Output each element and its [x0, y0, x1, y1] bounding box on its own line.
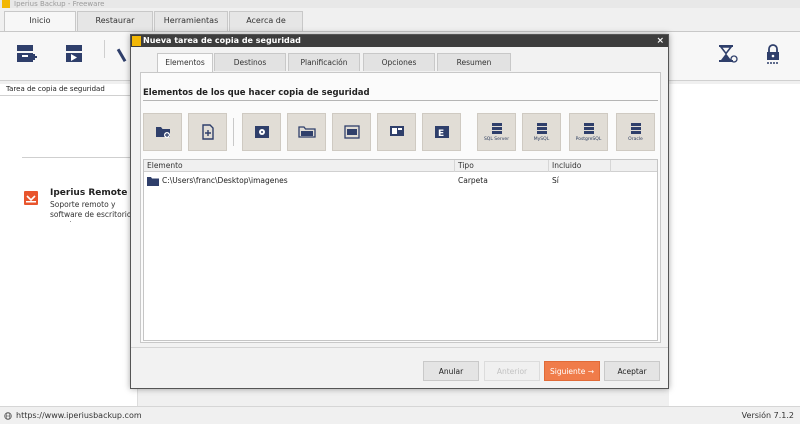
dialog-logo-icon — [132, 36, 141, 46]
virtual-machine-icon — [343, 125, 360, 139]
hourglass-icon — [719, 45, 738, 63]
wrench-icon — [116, 48, 127, 63]
postgresql-label: PostgreSQL — [575, 137, 602, 142]
heading-underline — [143, 100, 658, 101]
website-link[interactable]: https://www.iperiusbackup.com — [16, 407, 142, 424]
main-tabs: Inicio Restaurar Herramientas Acerca de — [0, 11, 800, 32]
elements-heading: Elementos de los que hacer copia de segu… — [143, 88, 370, 98]
tab-elementos[interactable]: Elementos — [157, 53, 213, 72]
iperius-remote-title[interactable]: Iperius Remote — [50, 188, 127, 198]
svg-text:E: E — [438, 129, 444, 139]
drive-image-button[interactable] — [242, 113, 281, 151]
tab-destinos[interactable]: Destinos — [214, 53, 286, 71]
app-logo-icon — [2, 0, 10, 8]
table-header: Elemento Tipo Incluido — [144, 160, 657, 172]
lock-icon — [767, 44, 779, 64]
sql-server-label: SQL Server — [483, 137, 510, 142]
accept-button[interactable]: Aceptar — [604, 361, 660, 381]
column-header-incluido[interactable]: Incluido — [549, 160, 611, 172]
tab-planificacion[interactable]: Planificación — [288, 53, 360, 71]
iperius-remote-icon[interactable] — [24, 191, 38, 205]
cell-type: Carpeta — [458, 176, 488, 185]
postgresql-button[interactable]: PostgreSQL — [569, 113, 608, 151]
backup-jobs-panel: Tarea de copia de seguridad — [0, 84, 138, 406]
footer-separator — [131, 347, 668, 348]
lock-button[interactable] — [760, 41, 786, 67]
tab-resumen[interactable]: Resumen — [437, 53, 511, 71]
column-header-elemento[interactable]: Elemento — [144, 160, 455, 172]
oracle-label: Oracle — [628, 137, 643, 142]
virtual-machine-button[interactable] — [332, 113, 371, 151]
ribbon-separator — [104, 40, 105, 58]
elements-table[interactable]: Elemento Tipo Incluido C:\Users\franc\De… — [143, 159, 658, 341]
cell-included: Sí — [552, 176, 559, 185]
new-backup-dialog: Nueva tarea de copia de seguridad × Elem… — [130, 34, 669, 389]
elementos-panel: Elementos de los que hacer copia de segu… — [140, 72, 661, 343]
back-button[interactable]: Anterior — [484, 361, 540, 381]
disk-image-icon — [254, 126, 269, 138]
database-icon — [583, 123, 594, 134]
table-row[interactable]: C:\Users\franc\Desktop\imagenes Carpeta … — [144, 174, 657, 188]
tab-opciones[interactable]: Opciones — [363, 53, 435, 71]
sql-server-button[interactable]: SQL Server — [477, 113, 516, 151]
toolbar-separator — [233, 118, 234, 146]
window-titlebar: Iperius Backup - Freeware — [0, 0, 800, 8]
tab-restaurar[interactable]: Restaurar — [77, 11, 153, 31]
add-folder-icon — [155, 127, 170, 138]
dialog-titlebar: Nueva tarea de copia de seguridad × — [131, 35, 668, 47]
tab-acerca-de[interactable]: Acerca de — [229, 11, 303, 31]
status-bar: https://www.iperiusbackup.com Versión 7.… — [0, 406, 800, 424]
database-icon — [491, 123, 502, 134]
exchange-icon: E — [434, 126, 449, 139]
cell-element-path: C:\Users\franc\Desktop\imagenes — [162, 176, 288, 185]
database-icon — [536, 123, 547, 134]
folder-icon — [147, 177, 159, 186]
run-backup-icon — [66, 45, 82, 62]
schedule-button[interactable] — [714, 41, 740, 67]
tab-inicio[interactable]: Inicio — [4, 11, 76, 32]
add-file-icon — [201, 124, 214, 140]
mailbox-icon — [389, 126, 404, 136]
oracle-button[interactable]: Oracle — [616, 113, 655, 151]
add-folder-button[interactable] — [143, 113, 182, 151]
app-window: Iperius Backup - Freeware Inicio Restaur… — [0, 0, 800, 424]
dialog-close-button[interactable]: × — [656, 35, 664, 47]
right-panel — [669, 84, 800, 406]
arrow-right-icon: → — [587, 367, 595, 376]
next-button[interactable]: Siguiente → — [544, 361, 600, 381]
tab-herramientas[interactable]: Herramientas — [154, 11, 228, 31]
globe-icon — [4, 412, 12, 420]
version-label: Versión 7.1.2 — [741, 411, 794, 420]
run-backup-button[interactable] — [62, 41, 88, 67]
tools-button[interactable] — [115, 41, 129, 67]
dialog-title: Nueva tarea de copia de seguridad — [143, 36, 301, 45]
email-backup-button[interactable] — [377, 113, 416, 151]
column-header-tipo[interactable]: Tipo — [455, 160, 549, 172]
new-backup-button[interactable] — [13, 41, 39, 67]
database-icon — [630, 123, 641, 134]
exchange-button[interactable]: E — [422, 113, 461, 151]
mysql-label: MySQL — [533, 137, 550, 142]
next-button-label: Siguiente — [549, 367, 586, 376]
mysql-button[interactable]: MySQL — [522, 113, 561, 151]
folder-sync-icon — [297, 126, 316, 138]
add-file-button[interactable] — [188, 113, 227, 151]
synchronize-button[interactable] — [287, 113, 326, 151]
backup-jobs-header: Tarea de copia de seguridad — [0, 84, 137, 96]
panel-divider — [22, 157, 138, 158]
iperius-remote-description: Soporte remoto y software de escritorio … — [50, 200, 132, 222]
cancel-button[interactable]: Anular — [423, 361, 479, 381]
new-backup-icon — [17, 45, 37, 62]
window-title: Iperius Backup - Freeware — [14, 0, 105, 8]
